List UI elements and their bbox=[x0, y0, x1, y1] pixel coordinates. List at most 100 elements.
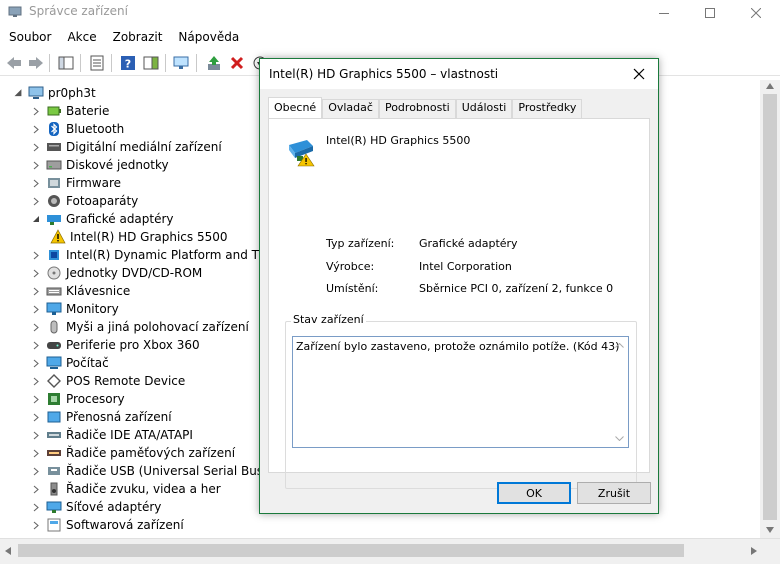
tree-category-item[interactable]: Firmware bbox=[30, 174, 121, 192]
tree-category-item[interactable]: Softwarová zařízení bbox=[30, 516, 184, 534]
tree-category-item[interactable]: Monitory bbox=[30, 300, 119, 318]
general-tab-panel: Intel(R) HD Graphics 5500 Typ zařízení: … bbox=[268, 118, 650, 489]
properties-dialog: Intel(R) HD Graphics 5500 – vlastnosti O… bbox=[259, 58, 659, 514]
scroll-up-icon bbox=[615, 343, 624, 348]
maximize-button[interactable] bbox=[687, 0, 733, 25]
tree-category-item[interactable]: Diskové jednotky bbox=[30, 156, 169, 174]
device-name: Intel(R) HD Graphics 5500 bbox=[326, 134, 471, 147]
window-title: Správce zařízení bbox=[29, 4, 128, 18]
tree-item-label: Diskové jednotky bbox=[66, 158, 169, 172]
ok-button[interactable]: OK bbox=[497, 482, 571, 504]
chevron-right-icon[interactable] bbox=[30, 318, 42, 336]
chevron-right-icon[interactable] bbox=[30, 246, 42, 264]
tree-category-item[interactable]: Procesory bbox=[30, 390, 125, 408]
tree-item-label: Klávesnice bbox=[66, 284, 131, 298]
tree-category-item[interactable]: Řadiče USB (Universal Serial Bus) bbox=[30, 462, 268, 480]
vertical-scroll-thumb[interactable] bbox=[763, 94, 777, 520]
show-hide-console-tree-icon[interactable] bbox=[56, 53, 76, 73]
tree-category-item[interactable]: Fotoaparáty bbox=[30, 192, 138, 210]
vertical-scrollbar[interactable] bbox=[760, 80, 780, 538]
chevron-right-icon[interactable] bbox=[30, 516, 42, 534]
tree-item-label: Řadiče IDE ATA/ATAPI bbox=[66, 428, 193, 442]
chevron-right-icon[interactable] bbox=[30, 372, 42, 390]
chevron-down-icon[interactable]: ◢ bbox=[12, 84, 24, 102]
tree-category-item[interactable]: Digitální mediální zařízení bbox=[30, 138, 222, 156]
cancel-button[interactable]: Zrušit bbox=[577, 482, 651, 504]
chevron-right-icon[interactable] bbox=[30, 138, 42, 156]
chevron-right-icon[interactable] bbox=[30, 426, 42, 444]
tree-category-item[interactable]: Přenosná zařízení bbox=[30, 408, 172, 426]
chevron-right-icon[interactable] bbox=[30, 408, 42, 426]
tree-device-item[interactable]: Intel(R) HD Graphics 5500 bbox=[50, 228, 228, 246]
chevron-right-icon[interactable] bbox=[30, 264, 42, 282]
chevron-right-icon[interactable] bbox=[30, 444, 42, 462]
properties-icon[interactable] bbox=[87, 53, 107, 73]
tree-item-label: POS Remote Device bbox=[66, 374, 186, 388]
menu-view[interactable]: Zobrazit bbox=[104, 27, 170, 48]
action-pane-icon[interactable] bbox=[141, 53, 161, 73]
tree-category-item[interactable]: Klávesnice bbox=[30, 282, 130, 300]
tree-category-item[interactable]: Počítač bbox=[30, 354, 109, 372]
device-status-text: Zařízení bylo zastaveno, protože oznámil… bbox=[296, 340, 620, 353]
chevron-down-icon[interactable] bbox=[30, 210, 42, 228]
tree-item-label: Řadiče paměťových zařízení bbox=[66, 446, 236, 460]
horizontal-scroll-thumb[interactable] bbox=[18, 544, 684, 557]
horizontal-scrollbar[interactable] bbox=[0, 538, 780, 564]
close-button[interactable] bbox=[733, 0, 779, 25]
chevron-right-icon[interactable] bbox=[30, 498, 42, 516]
monitor-icon bbox=[46, 301, 62, 317]
tree-category-item[interactable]: Řadiče zvuku, videa a her bbox=[30, 480, 221, 498]
chevron-right-icon[interactable] bbox=[30, 336, 42, 354]
gamepad-icon bbox=[46, 337, 62, 353]
status-scrollbar[interactable] bbox=[611, 337, 628, 447]
tab-driver[interactable]: Ovladač bbox=[322, 99, 379, 118]
tree-item-label: Řadiče zvuku, videa a her bbox=[66, 482, 221, 496]
help-icon[interactable]: ? bbox=[118, 53, 138, 73]
chevron-right-icon[interactable] bbox=[30, 174, 42, 192]
chevron-right-icon[interactable] bbox=[30, 120, 42, 138]
back-arrow-icon[interactable] bbox=[4, 53, 24, 73]
tree-category-item[interactable]: Řadiče IDE ATA/ATAPI bbox=[30, 426, 193, 444]
update-driver-icon[interactable] bbox=[204, 53, 224, 73]
menu-action[interactable]: Akce bbox=[58, 27, 103, 48]
tree-root[interactable]: ◢ pr0ph3t bbox=[12, 84, 96, 102]
tree-category-item[interactable]: Bluetooth bbox=[30, 120, 124, 138]
tree-category-item[interactable]: Síťové adaptéry bbox=[30, 498, 161, 516]
media-device-icon bbox=[46, 139, 62, 155]
manufacturer-value: Intel Corporation bbox=[419, 260, 512, 273]
menu-file[interactable]: Soubor bbox=[0, 27, 58, 48]
tree-item-label: Přenosná zařízení bbox=[66, 410, 172, 424]
chevron-right-icon[interactable] bbox=[30, 390, 42, 408]
tree-item-label: Fotoaparáty bbox=[66, 194, 139, 208]
minimize-button[interactable] bbox=[641, 0, 687, 25]
chevron-right-icon[interactable] bbox=[30, 354, 42, 372]
ide-controller-icon bbox=[46, 427, 62, 443]
tab-events[interactable]: Události bbox=[455, 99, 513, 118]
uninstall-device-icon[interactable] bbox=[227, 53, 247, 73]
tree-category-item[interactable]: Jednotky DVD/CD-ROM bbox=[30, 264, 202, 282]
tree-category-item[interactable]: Grafické adaptéry bbox=[30, 210, 174, 228]
chevron-right-icon[interactable] bbox=[30, 300, 42, 318]
tab-details[interactable]: Podrobnosti bbox=[378, 99, 456, 118]
menu-help[interactable]: Nápověda bbox=[169, 27, 246, 48]
dialog-close-button[interactable] bbox=[628, 63, 650, 85]
display-adapter-icon bbox=[46, 211, 62, 227]
chevron-right-icon[interactable] bbox=[30, 102, 42, 120]
chevron-right-icon[interactable] bbox=[30, 462, 42, 480]
device-status-textbox[interactable]: Zařízení bylo zastaveno, protože oznámil… bbox=[292, 336, 629, 448]
forward-arrow-icon[interactable] bbox=[26, 53, 46, 73]
tree-category-item[interactable]: Periferie pro Xbox 360 bbox=[30, 336, 200, 354]
chip-icon bbox=[46, 247, 62, 263]
tab-resources[interactable]: Prostředky bbox=[512, 99, 583, 118]
chevron-right-icon[interactable] bbox=[30, 480, 42, 498]
chevron-right-icon[interactable] bbox=[30, 156, 42, 174]
tree-category-item[interactable]: Baterie bbox=[30, 102, 109, 120]
chevron-right-icon[interactable] bbox=[30, 282, 42, 300]
tree-category-item[interactable]: Řadiče paměťových zařízení bbox=[30, 444, 235, 462]
tab-general[interactable]: Obecné bbox=[268, 97, 323, 118]
scan-hardware-icon[interactable] bbox=[172, 53, 192, 73]
chevron-right-icon[interactable] bbox=[30, 192, 42, 210]
tree-category-item[interactable]: POS Remote Device bbox=[30, 372, 185, 390]
dialog-title-bar: Intel(R) HD Graphics 5500 – vlastnosti bbox=[260, 59, 658, 89]
tree-category-item[interactable]: Myši a jiná polohovací zařízení bbox=[30, 318, 249, 336]
